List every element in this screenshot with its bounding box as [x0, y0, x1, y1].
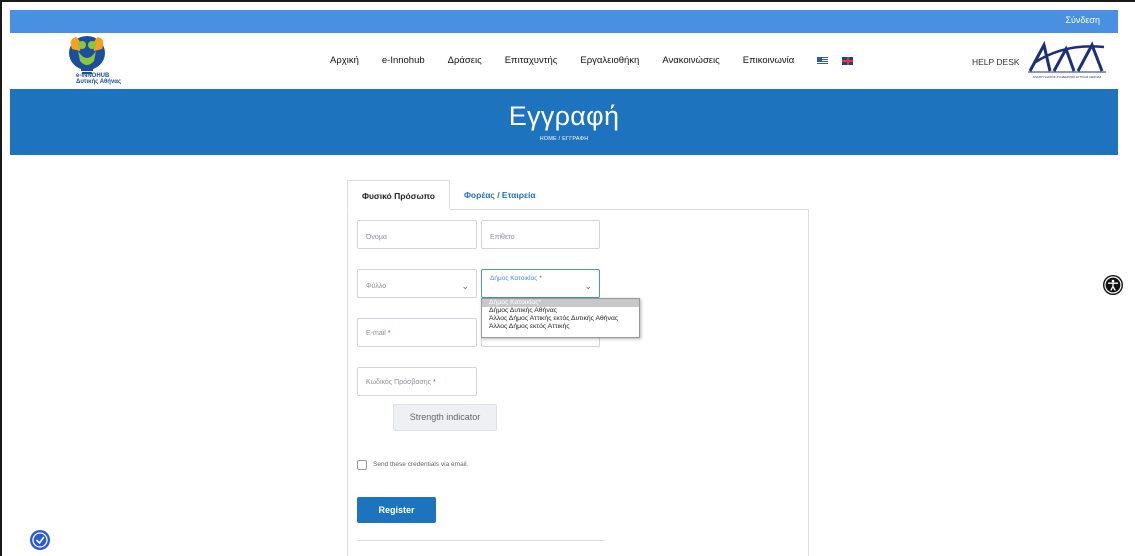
dropdown-option[interactable]: Άλλος Δήμος Αττικής εκτός Δυτικής Αθήνας: [482, 315, 639, 323]
innohub-logo[interactable]: e-INNOHUB Δυτικής Αθήνας: [58, 35, 128, 87]
page-title: Εγγραφή: [508, 101, 620, 131]
last-name-label: Επίθετο: [490, 234, 515, 241]
gender-select[interactable]: Φύλλο ⌄: [357, 269, 477, 298]
register-button[interactable]: Register: [357, 497, 436, 523]
nav-item-contact[interactable]: Επικοινωνία: [743, 55, 795, 66]
required-mark: *: [539, 275, 542, 282]
top-bar: Σύνδεση: [10, 10, 1118, 33]
greek-flag-icon[interactable]: [817, 56, 829, 65]
email-label-text: E-mail: [366, 330, 386, 337]
send-credentials-label: Send these credentials via email.: [373, 461, 469, 468]
nav-item-actions[interactable]: Δράσεις: [448, 55, 482, 66]
send-credentials-checkbox[interactable]: [357, 460, 367, 470]
tab-individual[interactable]: Φυσικό Πρόσωπο: [347, 180, 450, 210]
password-label-text: Κωδικός Πρόσβασης: [366, 379, 432, 386]
nav-item-accelerator[interactable]: Επιταχυντής: [505, 55, 558, 66]
person-icon: [1104, 276, 1122, 294]
dropdown-option[interactable]: Δήμος Δυτικής Αθήνας: [482, 307, 639, 315]
lightbulb-icon: [69, 36, 105, 74]
browser-viewport: Σύνδεση e-INNOHUB Δυτικής Αθήνας Αρχική …: [0, 0, 1135, 556]
required-mark: *: [433, 379, 436, 386]
password-label: Κωδικός Πρόσβασης *: [366, 379, 436, 386]
municipality-label: Δήμος Κατοικίας *: [490, 275, 542, 282]
partner-logo-subtitle: ΑΝΑΠΤΥΞΙΑΚΟΣ ΣΥΝΔΕΣΜΟΣ ΔΥΤΙΚΗΣ ΑΘΗΝΑΣ: [1032, 75, 1102, 79]
partner-logo[interactable]: ΑΝΑΠΤΥΞΙΑΚΟΣ ΣΥΝΔΕΣΜΟΣ ΔΥΤΙΚΗΣ ΑΘΗΝΑΣ: [1024, 40, 1110, 83]
nav-item-innohub[interactable]: e-Innohub: [382, 55, 425, 66]
password-field[interactable]: Κωδικός Πρόσβασης *: [357, 367, 477, 396]
asda-logo-icon: [1028, 40, 1106, 73]
nav-item-home[interactable]: Αρχική: [330, 55, 359, 66]
registration-tabs: Φυσικό Πρόσωπο Φορέας / Εταιρεία: [347, 180, 550, 210]
gender-label: Φύλλο: [366, 283, 387, 290]
logo-text: e-INNOHUB Δυτικής Αθήνας: [76, 73, 121, 85]
main-navigation: Αρχική e-Innohub Δράσεις Επιταχυντής Εργ…: [330, 55, 867, 66]
email-field[interactable]: E-mail *: [357, 318, 477, 347]
municipality-dropdown-list: Δήμος Κατοικίας* Δήμος Δυτικής Αθήνας Άλ…: [481, 298, 640, 338]
municipality-label-text: Δήμος Κατοικίας: [490, 275, 538, 282]
last-name-field[interactable]: Επίθετο: [481, 220, 600, 249]
nav-item-toolbox[interactable]: Εργαλειοθήκη: [580, 55, 639, 66]
email-label: E-mail *: [366, 330, 391, 337]
site-header: e-INNOHUB Δυτικής Αθήνας Αρχική e-Innohu…: [10, 33, 1118, 89]
logo-text-line2: Δυτικής Αθήνας: [76, 79, 122, 85]
chevron-down-icon: ⌄: [461, 281, 469, 291]
page-hero: Εγγραφή HOME / ΕΓΓΡΑΦΗ: [10, 89, 1118, 155]
accessibility-icon[interactable]: [1103, 275, 1123, 295]
login-link[interactable]: Σύνδεση: [1065, 15, 1100, 25]
tab-organization[interactable]: Φορέας / Εταιρεία: [450, 180, 550, 210]
helpdesk-link[interactable]: HELP DESK: [972, 57, 1020, 67]
divider: [357, 540, 605, 541]
chevron-down-icon: ⌄: [584, 281, 592, 291]
municipality-select[interactable]: Δήμος Κατοικίας * ⌄: [481, 269, 600, 298]
breadcrumb: HOME / ΕΓΓΡΑΦΗ: [539, 136, 589, 142]
accessibility-toggle-icon[interactable]: [30, 530, 50, 550]
first-name-label: Όνομα: [366, 234, 387, 241]
nav-item-announcements[interactable]: Ανακοινώσεις: [662, 55, 719, 66]
uk-flag-icon[interactable]: [842, 56, 854, 65]
wheelchair-icon: [32, 532, 48, 548]
dropdown-option[interactable]: Δήμος Κατοικίας*: [482, 299, 639, 307]
strength-indicator: Strength indicator: [393, 404, 497, 431]
required-mark: *: [387, 330, 391, 337]
dropdown-option[interactable]: Άλλος Δήμος εκτός Αττικής: [482, 323, 639, 331]
first-name-field[interactable]: Όνομα: [357, 220, 477, 249]
